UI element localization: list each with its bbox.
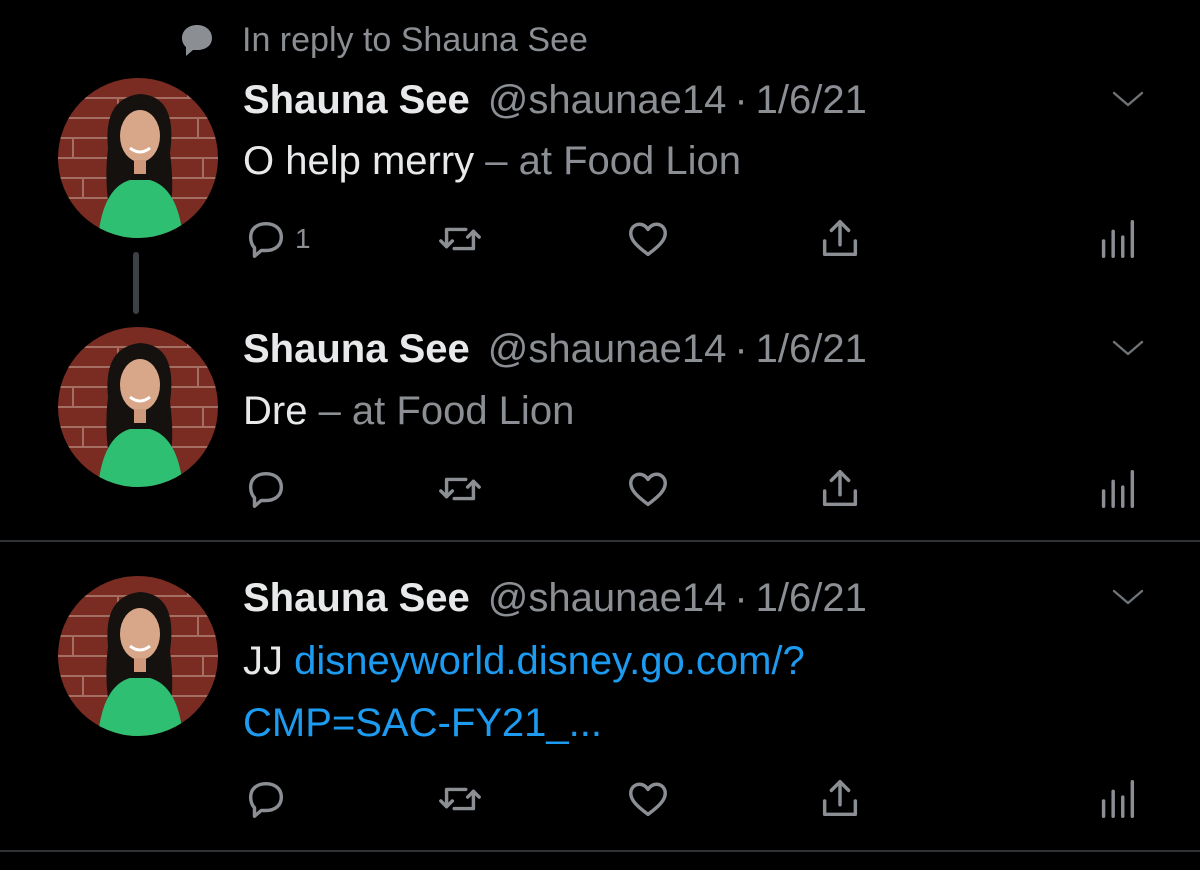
stats-icon	[1094, 776, 1140, 822]
reply-context: In reply to Shauna See	[178, 20, 588, 60]
retweet-icon	[437, 216, 483, 262]
share-button[interactable]	[817, 464, 863, 514]
author-name[interactable]: Shauna See	[243, 78, 470, 122]
retweet-button[interactable]	[437, 464, 483, 514]
divider	[0, 850, 1200, 852]
like-button[interactable]	[625, 464, 671, 514]
heart-icon	[625, 216, 671, 262]
stats-button[interactable]	[1094, 464, 1140, 514]
tweet-header: Shauna See @shaunae14 · 1/6/21	[243, 327, 867, 371]
retweet-button[interactable]	[437, 774, 483, 824]
reply-count: 1	[295, 223, 311, 254]
author-name[interactable]: Shauna See	[243, 327, 470, 371]
tweet-body: JJ	[243, 639, 295, 683]
tweet-link[interactable]: disneyworld.disney.go.com/?	[294, 639, 805, 683]
reply-icon	[243, 776, 289, 822]
avatar[interactable]	[58, 327, 218, 487]
tweet-header: Shauna See @shaunae14 · 1/6/21	[243, 78, 867, 122]
author-name[interactable]: Shauna See	[243, 576, 470, 620]
tweet-text: O help merry – at Food Lion	[243, 130, 1143, 192]
retweet-button[interactable]	[437, 214, 483, 264]
separator-dot: ·	[734, 78, 748, 122]
share-button[interactable]	[817, 214, 863, 264]
tweet-text: Dre – at Food Lion	[243, 380, 1143, 442]
chevron-down-icon[interactable]	[1110, 586, 1146, 608]
reply-button[interactable]	[243, 774, 289, 824]
thread-connector	[133, 252, 139, 314]
tweet-date[interactable]: 1/6/21	[756, 78, 867, 122]
stats-button[interactable]	[1094, 214, 1140, 264]
heart-icon	[625, 776, 671, 822]
like-button[interactable]	[625, 774, 671, 824]
retweet-icon	[437, 776, 483, 822]
tweet-date[interactable]: 1/6/21	[756, 327, 867, 371]
separator-dot: ·	[734, 327, 748, 371]
heart-icon	[625, 466, 671, 512]
action-bar: 1	[0, 214, 1200, 264]
reply-icon	[243, 216, 289, 262]
reply-icon	[243, 466, 289, 512]
stats-icon	[1094, 466, 1140, 512]
speech-bubble-icon	[178, 22, 216, 58]
action-bar	[0, 464, 1200, 514]
chevron-down-icon[interactable]	[1110, 88, 1146, 110]
tweet-location[interactable]: – at Food Lion	[307, 389, 575, 433]
stats-button[interactable]	[1094, 774, 1140, 824]
reply-button[interactable]	[243, 464, 289, 514]
author-handle[interactable]: @shaunae14	[488, 78, 727, 122]
share-button[interactable]	[817, 774, 863, 824]
tweet-location[interactable]: – at Food Lion	[474, 139, 741, 183]
tweet-link-continued[interactable]: CMP=SAC-FY21_...	[243, 701, 602, 745]
share-icon	[817, 776, 863, 822]
chevron-down-icon[interactable]	[1110, 337, 1146, 359]
reply-context-text[interactable]: In reply to Shauna See	[242, 21, 588, 60]
share-icon	[817, 216, 863, 262]
tweet-header: Shauna See @shaunae14 · 1/6/21	[243, 576, 867, 620]
avatar[interactable]	[58, 576, 218, 736]
stats-icon	[1094, 216, 1140, 262]
reply-button[interactable]: 1	[243, 214, 311, 264]
tweet-date[interactable]: 1/6/21	[756, 576, 867, 620]
share-icon	[817, 466, 863, 512]
tweet-body: O help merry	[243, 139, 475, 183]
author-handle[interactable]: @shaunae14	[488, 576, 727, 620]
separator-dot: ·	[734, 576, 748, 620]
divider	[0, 540, 1200, 542]
tweet-text: JJ disneyworld.disney.go.com/? CMP=SAC-F…	[243, 630, 1143, 754]
author-handle[interactable]: @shaunae14	[488, 327, 727, 371]
action-bar	[0, 774, 1200, 824]
tweet-body: Dre	[243, 389, 308, 433]
retweet-icon	[437, 466, 483, 512]
like-button[interactable]	[625, 214, 671, 264]
